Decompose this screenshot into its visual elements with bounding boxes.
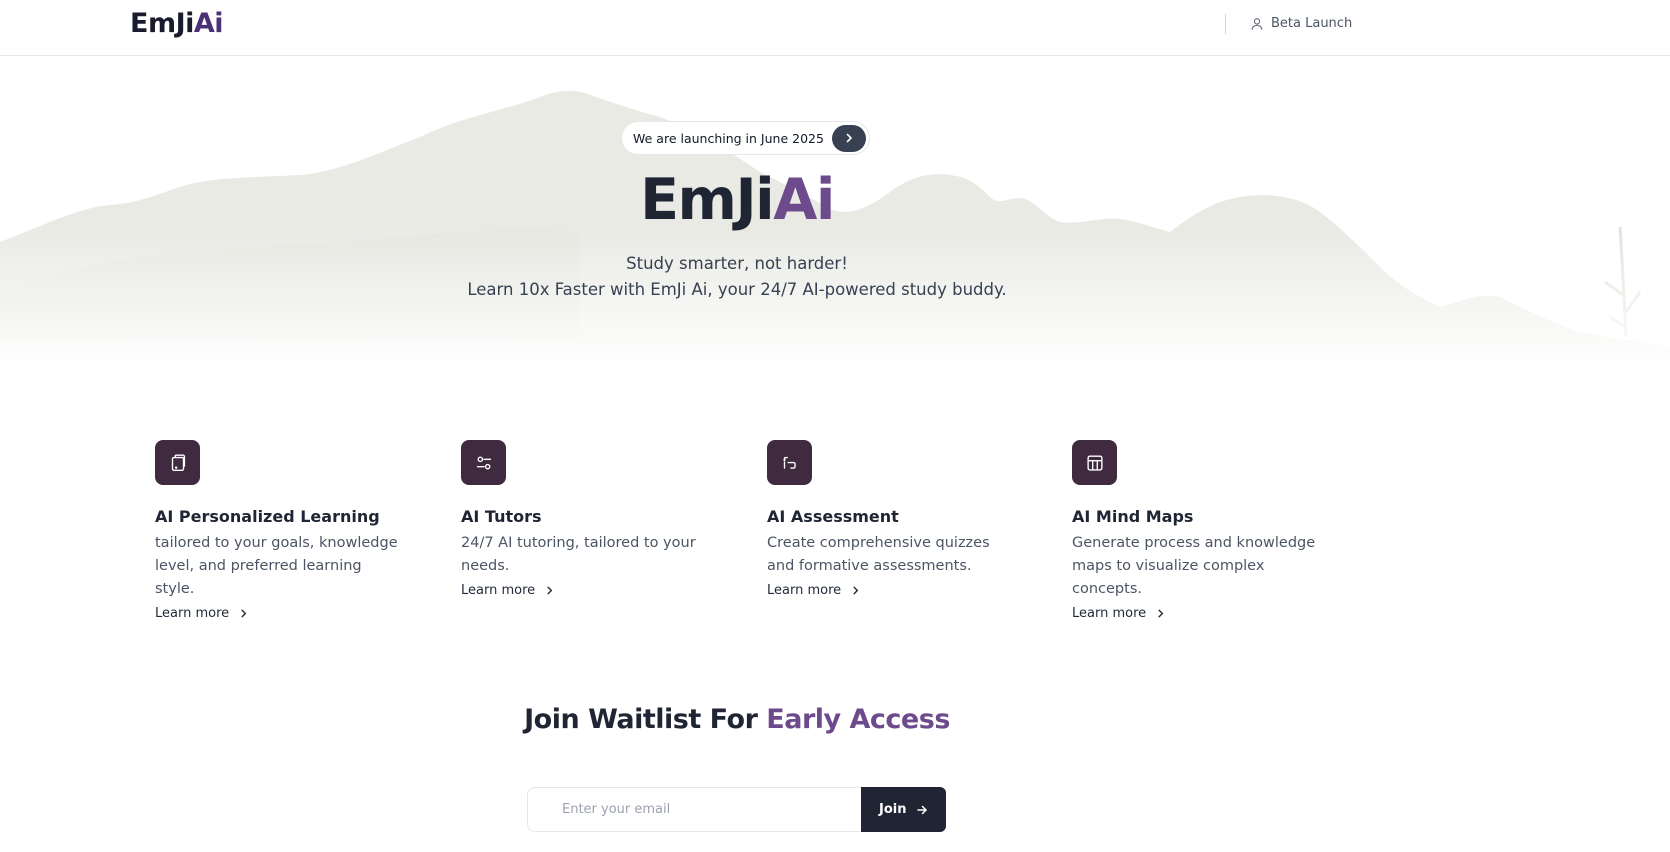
chevron-right-icon xyxy=(846,133,852,143)
table-icon xyxy=(1086,454,1103,471)
feature-card-ai-mind-maps: AI Mind Maps Generate process and knowle… xyxy=(1072,440,1332,621)
assessment-icon xyxy=(782,456,796,469)
learn-more-link[interactable]: Learn more xyxy=(461,583,555,598)
learn-more-link[interactable]: Learn more xyxy=(155,606,249,621)
feature-icon-box xyxy=(155,440,200,485)
chevron-right-icon xyxy=(1158,609,1164,618)
feature-card-personalized-learning: AI Personalized Learning tailored to you… xyxy=(155,440,415,621)
feature-icon-box xyxy=(461,440,506,485)
learn-more-link[interactable]: Learn more xyxy=(767,583,861,598)
learn-more-link[interactable]: Learn more xyxy=(1072,606,1166,621)
beta-launch-link[interactable]: Beta Launch xyxy=(1250,16,1352,31)
logo-main: EmJi xyxy=(130,8,194,39)
hero-title-accent: Ai xyxy=(773,167,835,233)
feature-description: tailored to your goals, knowledge level,… xyxy=(155,535,398,597)
chevron-right-icon xyxy=(853,586,859,595)
hero-title-main: EmJi xyxy=(640,167,775,233)
arrow-right-icon xyxy=(917,805,928,814)
feature-title: AI Personalized Learning xyxy=(155,507,380,526)
feature-title: AI Tutors xyxy=(461,507,542,526)
feature-title: AI Mind Maps xyxy=(1072,507,1194,526)
feature-icon-box xyxy=(767,440,812,485)
launch-announcement-pill[interactable]: We are launching in June 2025 xyxy=(621,121,870,155)
user-icon xyxy=(1251,17,1263,30)
sliders-icon xyxy=(476,456,491,469)
feature-description: Generate process and knowledge maps to v… xyxy=(1072,535,1316,597)
feature-card-ai-tutors: AI Tutors 24/7 AI tutoring, tailored to … xyxy=(461,440,721,598)
learn-more-label: Learn more xyxy=(1072,606,1147,621)
chevron-right-icon xyxy=(241,609,247,618)
hero-subtitle-line-2: Learn 10x Faster with EmJi Ai, your 24/7… xyxy=(467,280,1007,299)
waitlist-title-main: Join Waitlist For xyxy=(524,704,767,735)
email-input[interactable] xyxy=(527,787,862,832)
join-button-label: Join xyxy=(879,802,907,817)
feature-title: AI Assessment xyxy=(767,507,899,526)
waitlist-title-accent: Early Access xyxy=(766,704,950,735)
logo[interactable]: EmJiAi xyxy=(130,8,224,39)
feature-icon-box xyxy=(1072,440,1117,485)
top-nav: EmJiAi Beta Launch xyxy=(0,0,1670,56)
hero-subtitle: Study smarter, not harder! Learn 10x Fas… xyxy=(0,251,1474,303)
feature-description: 24/7 AI tutoring, tailored to your needs… xyxy=(461,535,696,574)
chevron-right-icon xyxy=(547,586,553,595)
announcement-arrow-button[interactable] xyxy=(831,124,866,152)
hero-title: EmJiAi xyxy=(0,167,1474,233)
learn-more-label: Learn more xyxy=(767,583,842,598)
launch-announcement-text: We are launching in June 2025 xyxy=(633,130,824,146)
waitlist-form: Join xyxy=(527,787,946,832)
tablet-icon xyxy=(171,454,185,471)
learn-more-label: Learn more xyxy=(155,606,230,621)
hero-subtitle-line-1: Study smarter, not harder! xyxy=(626,254,848,273)
learn-more-label: Learn more xyxy=(461,583,536,598)
beta-launch-label: Beta Launch xyxy=(1271,16,1353,31)
join-button[interactable]: Join xyxy=(861,787,946,832)
feature-description: Create comprehensive quizzes and formati… xyxy=(767,535,990,574)
feature-card-ai-assessment: AI Assessment Create comprehensive quizz… xyxy=(767,440,1027,598)
logo-accent: Ai xyxy=(193,8,224,39)
header-divider xyxy=(1225,14,1226,34)
waitlist-title: Join Waitlist For Early Access xyxy=(0,704,1474,735)
